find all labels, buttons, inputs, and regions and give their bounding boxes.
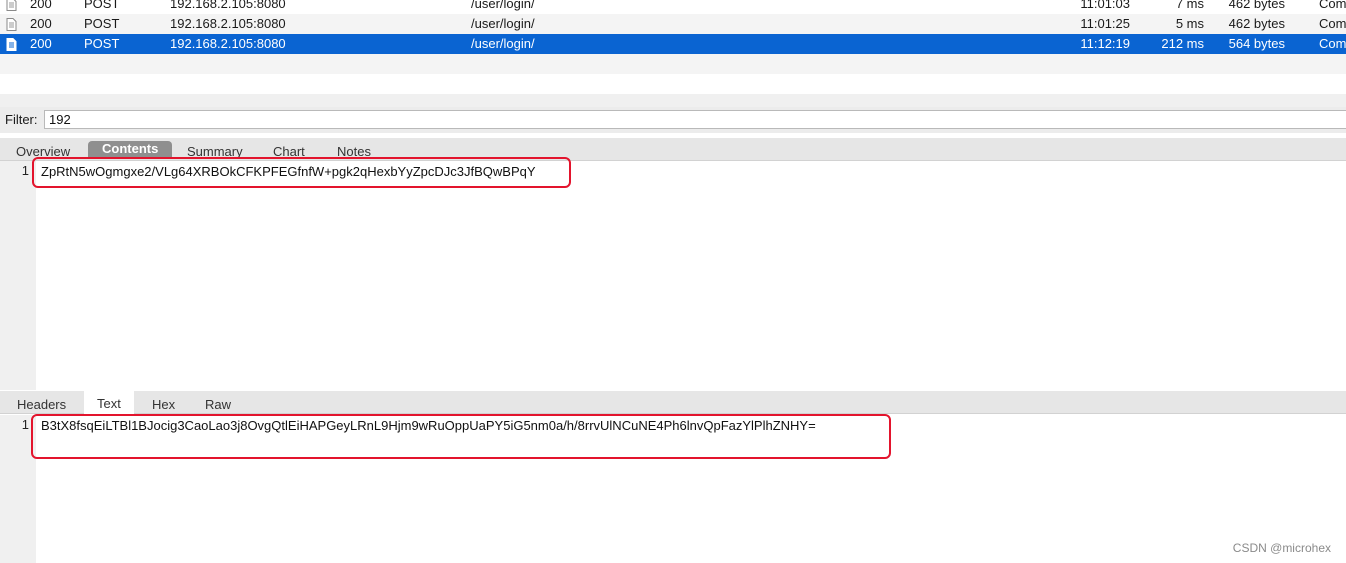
tab-raw[interactable]: Raw	[205, 396, 231, 413]
request-row-selected[interactable]: 200 POST 192.168.2.105:8080 /user/login/…	[0, 34, 1346, 54]
document-icon	[6, 34, 18, 54]
annotation-box	[31, 414, 891, 459]
duration-cell: 212 ms	[1161, 36, 1204, 51]
filter-bar: Filter:	[0, 107, 1346, 133]
document-icon	[6, 14, 18, 34]
tab-contents[interactable]: Contents	[88, 141, 173, 157]
method-cell: POST	[84, 0, 120, 11]
time-cell: 11:01:25	[1080, 16, 1130, 31]
duration-cell: 7 ms	[1175, 0, 1204, 11]
state-cell: Com	[1319, 16, 1346, 31]
annotation-box	[32, 157, 571, 188]
filter-label: Filter:	[5, 112, 38, 127]
host-cell: 192.168.2.105:8080	[170, 36, 286, 51]
method-cell: POST	[84, 36, 120, 51]
line-gutter: 1	[0, 161, 36, 390]
duration-cell: 5 ms	[1175, 16, 1204, 31]
tab-headers[interactable]: Headers	[17, 396, 66, 413]
path-cell: /user/login/	[471, 16, 535, 31]
status-cell: 200	[30, 36, 52, 51]
request-row[interactable]: 200 POST 192.168.2.105:8080 /user/login/…	[0, 14, 1346, 34]
request-body-pane[interactable]: 1 ZpRtN5wOgmgxe2/VLg64XRBOkCFKPFEGfnfW+p…	[0, 157, 1346, 390]
filter-input[interactable]	[44, 110, 1346, 129]
path-cell: /user/login/	[471, 36, 535, 51]
document-icon	[6, 0, 18, 14]
request-row[interactable]: 200 POST 192.168.2.105:8080 /user/login/…	[0, 0, 1346, 14]
state-cell: Com	[1319, 36, 1346, 51]
host-cell: 192.168.2.105:8080	[170, 16, 286, 31]
time-cell: 11:12:19	[1080, 36, 1130, 51]
request-table: 200 POST 192.168.2.105:8080 /user/login/…	[0, 0, 1346, 54]
response-tab-bar: Headers Text Hex Raw	[0, 391, 1346, 414]
method-cell: POST	[84, 16, 120, 31]
host-cell: 192.168.2.105:8080	[170, 0, 286, 11]
response-body-pane[interactable]: 1 B3tX8fsqEiLTBl1BJocig3CaoLao3j8OvgQtlE…	[0, 414, 1346, 563]
empty-row	[0, 94, 1346, 107]
tab-text[interactable]: Text	[84, 391, 134, 414]
path-cell: /user/login/	[471, 0, 535, 11]
size-cell: 564 bytes	[1228, 36, 1285, 51]
line-number: 1	[21, 417, 29, 432]
state-cell: Com	[1319, 0, 1346, 11]
line-number: 1	[21, 163, 29, 178]
tab-hex[interactable]: Hex	[152, 396, 175, 413]
size-cell: 462 bytes	[1228, 16, 1285, 31]
size-cell: 462 bytes	[1228, 0, 1285, 11]
empty-row	[0, 54, 1346, 74]
time-cell: 11:01:03	[1080, 0, 1130, 11]
status-cell: 200	[30, 16, 52, 31]
watermark: CSDN @microhex	[1232, 541, 1331, 555]
status-cell: 200	[30, 0, 52, 11]
